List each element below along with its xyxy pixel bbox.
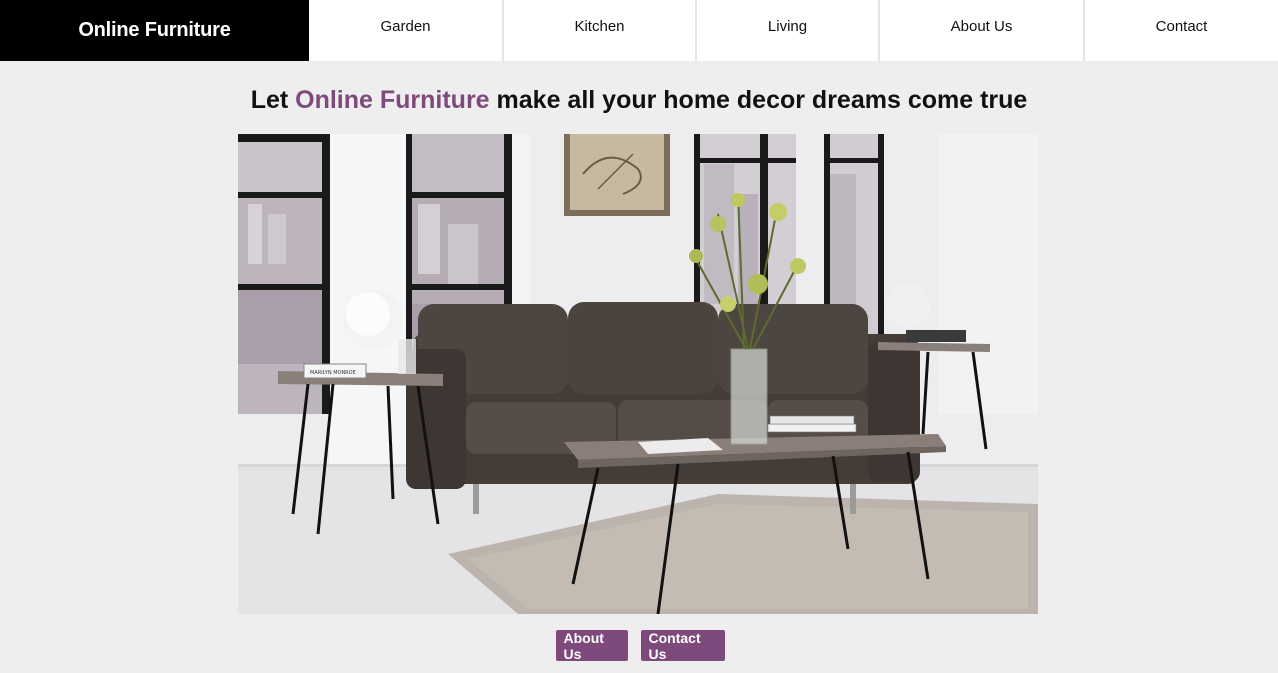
sofa	[406, 302, 920, 514]
contact-us-button[interactable]: Contact Us	[640, 630, 725, 662]
page-headline: Let Online Furniture make all your home …	[0, 86, 1278, 115]
headline-brand: Online Furniture	[295, 86, 490, 114]
wall-painting	[564, 134, 670, 216]
brand-logo[interactable]: Online Furniture	[0, 0, 309, 61]
top-navigation: Online Furniture Garden Kitchen Living A…	[0, 0, 1278, 61]
cta-buttons: About Us Contact Us	[0, 630, 1278, 662]
nav-item-contact[interactable]: Contact	[1083, 0, 1278, 61]
nav-item-garden[interactable]: Garden	[309, 0, 502, 61]
nav-item-kitchen[interactable]: Kitchen	[502, 0, 695, 61]
nav-item-about-us[interactable]: About Us	[878, 0, 1083, 61]
about-us-button[interactable]: About Us	[555, 630, 628, 662]
book-title: MARILYN MONROE	[310, 370, 356, 376]
hero-image: MARILYN MONROE	[238, 134, 1038, 614]
headline-suffix: make all your home decor dreams come tru…	[489, 86, 1028, 114]
nav-item-living[interactable]: Living	[695, 0, 878, 61]
headline-prefix: Let	[250, 86, 296, 114]
